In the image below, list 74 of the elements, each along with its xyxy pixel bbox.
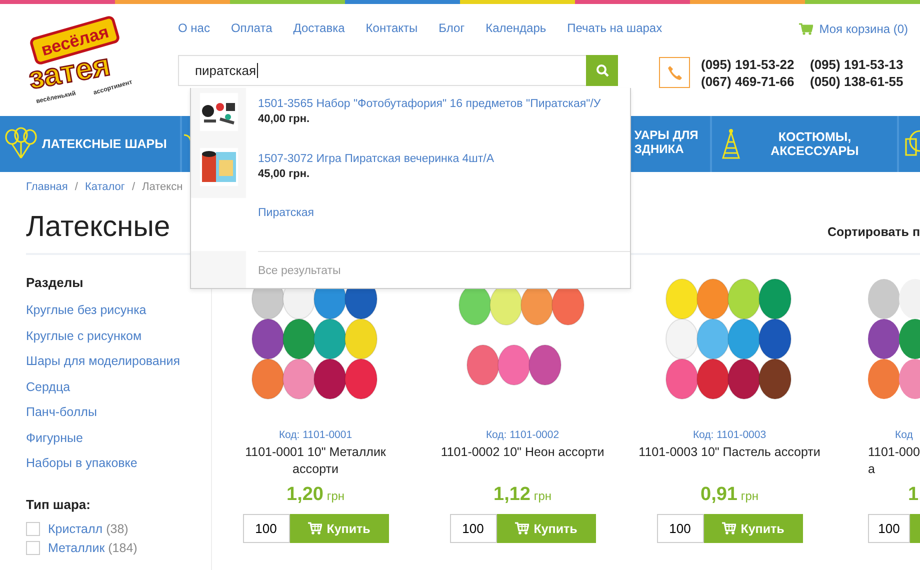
party-hat-icon xyxy=(720,128,741,160)
result-price: 45,00 грн. xyxy=(258,168,311,180)
phone-number: (067) 469-71-66 xyxy=(701,74,796,89)
product-thumbnail xyxy=(200,148,238,186)
result-price: 40,00 грн. xyxy=(258,113,311,125)
sort-label: Сортировать п xyxy=(827,224,920,238)
product-code: Код: 1101-0003 xyxy=(692,429,766,441)
category-link[interactable]: Сердца xyxy=(26,374,70,400)
suggestion-link[interactable]: Пиратская xyxy=(258,207,314,219)
cart-icon xyxy=(308,522,322,535)
nav-link[interactable]: О нас xyxy=(178,21,210,35)
quantity-field[interactable]: 100 xyxy=(242,514,290,543)
product-name[interactable]: 1101-0003 10" Пастель ассорти xyxy=(638,444,820,478)
quantity-field[interactable]: 100 xyxy=(450,514,496,543)
filter-label[interactable]: Металлик (184) xyxy=(48,540,138,554)
category-link[interactable]: Панч-боллы xyxy=(26,400,97,426)
category-link[interactable]: Круглые с рисунком xyxy=(26,324,142,349)
nav-link[interactable]: Печать на шарах xyxy=(567,21,662,35)
breadcrumb-separator: / xyxy=(74,181,78,195)
checkbox[interactable] xyxy=(26,522,40,536)
product-name[interactable]: 1101-0002 10" Неон ассорти xyxy=(440,444,604,478)
nav-link[interactable]: Оплата xyxy=(230,21,272,35)
buy-button[interactable]: Купить xyxy=(496,514,596,543)
category-link[interactable]: Фигурные xyxy=(26,426,83,451)
cup-icon xyxy=(904,129,920,159)
product-code: Код: 1101-0002 xyxy=(486,429,560,441)
nav-link[interactable]: Календарь xyxy=(486,21,546,35)
product-price: 1,20 грн xyxy=(286,484,344,507)
page-title: Латексные xyxy=(26,211,170,244)
search-result[interactable]: 1501-3565 Набор "Фотобутафория" 16 предметов "Пиратская"/У 40,00 грн. xyxy=(191,88,630,143)
filter-label[interactable]: Кристалл (38) xyxy=(48,522,128,536)
cart-icon xyxy=(799,23,814,35)
phone-number: (095) 191-53-13 xyxy=(810,57,904,72)
quantity-field[interactable]: 100 xyxy=(868,514,910,543)
category-link[interactable]: Наборы в упаковке xyxy=(26,451,138,476)
breadcrumb-separator: / xyxy=(132,181,135,195)
section-heading: Разделы xyxy=(26,275,84,290)
nav-link[interactable]: Доставка xyxy=(293,21,345,35)
quantity-field[interactable]: 100 xyxy=(656,514,704,543)
product-code: Код: 1101-0001 xyxy=(278,429,352,441)
category-tab[interactable]: КОСТЮМЫ, АКСЕССУАРЫ xyxy=(712,116,899,172)
product-code: Код xyxy=(895,429,913,441)
buy-button[interactable]: Купить xyxy=(704,514,802,543)
result-title: 1507-3072 Игра Пиратская вечеринка 4шт/А xyxy=(258,153,494,165)
search-result[interactable]: 1507-3072 Игра Пиратская вечеринка 4шт/А 45,00 грн. xyxy=(191,143,630,198)
checkbox[interactable] xyxy=(26,540,40,554)
phone-icon xyxy=(659,57,690,88)
category-link[interactable]: Круглые без рисунка xyxy=(26,298,146,324)
phone-number: (095) 191-53-22 xyxy=(701,57,796,72)
search-field[interactable]: пиратская xyxy=(178,55,586,86)
nav-link[interactable]: Контакты xyxy=(366,21,418,35)
breadcrumb-link[interactable]: Главная xyxy=(26,181,68,197)
cart-icon xyxy=(514,522,529,535)
search-icon xyxy=(596,64,608,77)
filter-heading: Тип шара: xyxy=(26,496,90,512)
product-thumbnail xyxy=(200,93,238,131)
product-name[interactable]: 1101-0001 10" Металлик ассорти xyxy=(245,444,386,478)
search-button[interactable] xyxy=(586,55,618,86)
buy-button[interactable]: Купить xyxy=(290,514,388,543)
product-price: 1,12 грн xyxy=(494,484,552,507)
product-name[interactable]: 1101-000 а xyxy=(868,444,920,478)
result-title: 1501-3565 Набор "Фотобутафория" 16 предметов "Пиратская"/У xyxy=(258,98,601,110)
phone-number: (050) 138-61-55 xyxy=(810,74,904,89)
breadcrumb-link[interactable]: Латексн xyxy=(142,181,183,197)
nav-link[interactable]: Блог xyxy=(438,21,465,35)
balloons-icon xyxy=(4,127,38,161)
category-tab[interactable]: ЛАТЕКСНЫЕ ШАРЫ xyxy=(0,116,182,172)
product-price: 0,91 грн xyxy=(700,484,758,507)
buy-button[interactable] xyxy=(910,514,920,543)
breadcrumb-link[interactable]: Каталог xyxy=(84,181,125,197)
all-results-link[interactable]: Все результаты xyxy=(258,251,630,288)
product-price: 1, xyxy=(908,484,920,507)
category-link[interactable]: Шары для моделирования xyxy=(26,349,180,374)
cart-icon xyxy=(722,522,736,535)
